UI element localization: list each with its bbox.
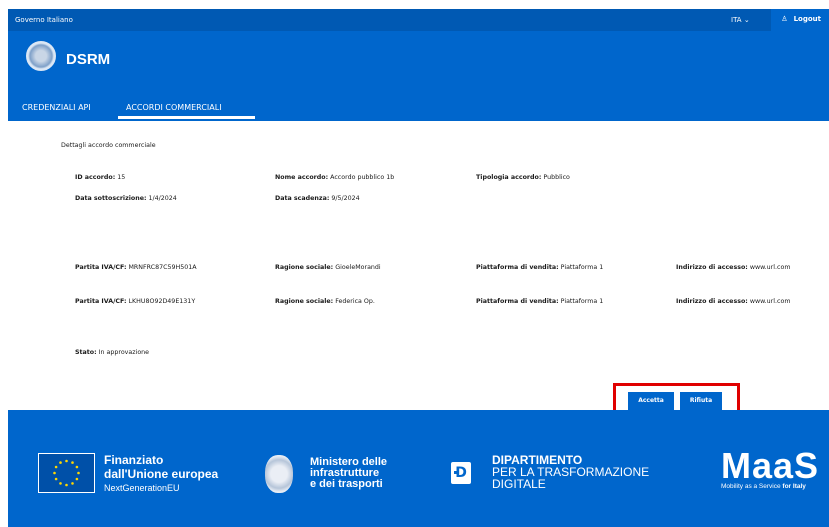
- party-platform-value: Piattaforma 1: [560, 298, 604, 305]
- field-id-label: ID accordo:: [75, 174, 116, 181]
- party-address: Indirizzo di accesso: www.url.com: [676, 298, 790, 305]
- party-platform-value: Piattaforma 1: [560, 264, 604, 271]
- logout-label: Logout: [793, 15, 821, 23]
- field-id-value: 15: [117, 174, 126, 181]
- party-company-label: Ragione sociale:: [275, 298, 334, 305]
- party-vat: Partita IVA/CF: MRNFRC87C59H501A: [75, 264, 197, 271]
- party-address: Indirizzo di accesso: www.url.com: [676, 264, 790, 271]
- party-platform-label: Piattaforma di vendita:: [476, 298, 559, 305]
- party-vat-label: Partita IVA/CF:: [75, 298, 127, 305]
- agreement-details: Dettagli accordo commerciale ID accordo:…: [8, 121, 829, 410]
- active-tab-indicator: [118, 116, 255, 119]
- field-expiry-date: Data scadenza: 9/5/2024: [275, 195, 360, 202]
- ministry-text: Ministero delle infrastrutture e dei tra…: [310, 457, 387, 490]
- maas-logo-text: MaaS: [721, 445, 820, 486]
- app-header: DSRM CREDENZIALI API ACCORDI COMMERCIALI: [8, 31, 829, 121]
- top-bar: Governo Italiano ITA ⌄ ♙ Logout: [8, 9, 829, 31]
- gov-label[interactable]: Governo Italiano: [15, 16, 73, 24]
- field-status-label: Stato:: [75, 349, 97, 356]
- user-icon: ♙: [781, 15, 788, 23]
- party-platform-label: Piattaforma di vendita:: [476, 264, 559, 271]
- field-expiry-label: Data scadenza:: [275, 195, 330, 202]
- department-text: DIPARTIMENTO PER LA TRASFORMAZIONE DIGIT…: [492, 454, 649, 490]
- party-address-label: Indirizzo di accesso:: [676, 298, 748, 305]
- republic-emblem-icon: [26, 41, 56, 71]
- party-vat: Partita IVA/CF: LKHU8O92D49E131Y: [75, 298, 195, 305]
- party-company-label: Ragione sociale:: [275, 264, 334, 271]
- ministry-emblem-icon: [265, 455, 293, 493]
- party-vat-value: LKHU8O92D49E131Y: [128, 298, 196, 305]
- language-label: ITA: [731, 16, 742, 24]
- fund-line3: NextGenerationEU: [104, 483, 180, 493]
- field-name-value: Accordo pubblico 1b: [330, 174, 395, 181]
- section-title: Dettagli accordo commerciale: [61, 142, 156, 149]
- eu-funding-text: Finanziato dall'Unione europea NextGener…: [104, 453, 218, 493]
- field-type: Tipologia accordo: Pubblico: [476, 174, 570, 181]
- party-address-value: www.url.com: [749, 298, 791, 305]
- app-title[interactable]: DSRM: [66, 51, 110, 68]
- maas-tagline-text: Mobility as a Service: [721, 483, 781, 490]
- party-platform: Piattaforma di vendita: Piattaforma 1: [476, 298, 603, 305]
- footer: Finanziato dall'Unione europea NextGener…: [8, 410, 829, 527]
- party-company: Ragione sociale: GioeleMorandi: [275, 264, 381, 271]
- field-expiry-value: 9/5/2024: [331, 195, 360, 202]
- field-signed-value: 1/4/2024: [148, 195, 177, 202]
- maas-tagline: Mobility as a Service for Italy: [721, 483, 819, 490]
- party-platform: Piattaforma di vendita: Piattaforma 1: [476, 264, 603, 271]
- logout-button[interactable]: ♙ Logout: [771, 9, 829, 31]
- party-vat-value: MRNFRC87C59H501A: [128, 264, 197, 271]
- party-company: Ragione sociale: Federica Op.: [275, 298, 375, 305]
- chevron-down-icon: ⌄: [743, 16, 750, 24]
- ministry-line3: e dei trasporti: [310, 478, 383, 490]
- field-type-value: Pubblico: [543, 174, 570, 181]
- dept-line3: DIGITALE: [492, 477, 546, 491]
- field-signed-label: Data sottoscrizione:: [75, 195, 147, 202]
- maas-tagline-bold: for Italy: [782, 483, 806, 490]
- eu-flag-icon: [38, 453, 95, 493]
- tab-accordi-commerciali[interactable]: ACCORDI COMMERCIALI: [126, 103, 222, 112]
- tab-credenziali-api[interactable]: CREDENZIALI API: [22, 103, 91, 112]
- party-address-label: Indirizzo di accesso:: [676, 264, 748, 271]
- field-id: ID accordo: 15: [75, 174, 125, 181]
- field-name-label: Nome accordo:: [275, 174, 329, 181]
- maas-logo: MaaS Mobility as a Service for Italy: [721, 445, 820, 491]
- field-status-value: In approvazione: [98, 349, 150, 356]
- party-company-value: GioeleMorandi: [335, 264, 381, 271]
- fund-line1: Finanziato: [104, 453, 164, 467]
- field-name: Nome accordo: Accordo pubblico 1b: [275, 174, 394, 181]
- party-vat-label: Partita IVA/CF:: [75, 264, 127, 271]
- party-address-value: www.url.com: [749, 264, 791, 271]
- fund-line2: dall'Unione europea: [104, 467, 219, 481]
- field-status: Stato: In approvazione: [75, 349, 149, 356]
- field-type-label: Tipologia accordo:: [476, 174, 542, 181]
- party-company-value: Federica Op.: [335, 298, 375, 305]
- language-selector[interactable]: ITA ⌄: [731, 16, 750, 24]
- field-signed-date: Data sottoscrizione: 1/4/2024: [75, 195, 177, 202]
- department-d-logo-icon: D: [451, 462, 471, 484]
